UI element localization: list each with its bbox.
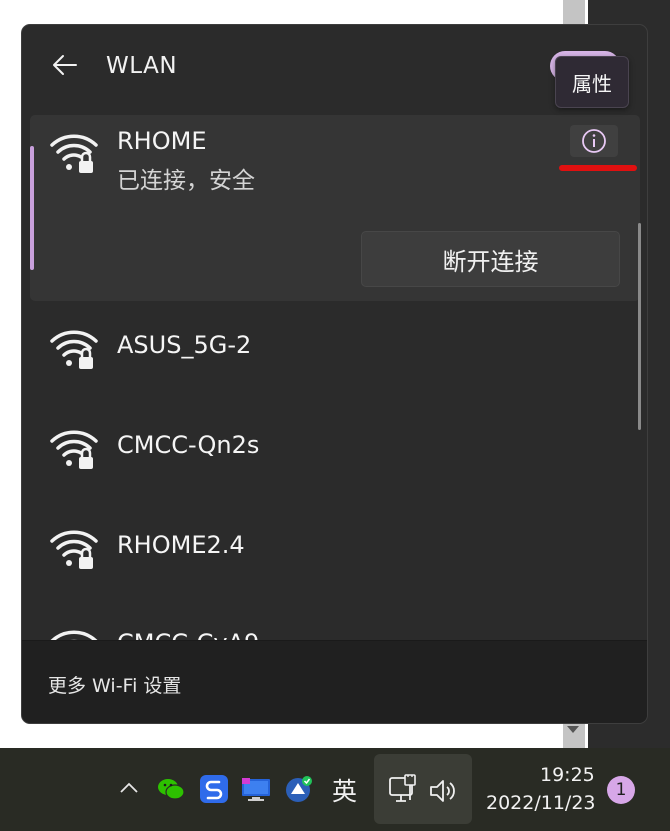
network-name: CMCC-Qn2s <box>117 431 260 459</box>
properties-tooltip: 属性 <box>555 56 629 108</box>
properties-button[interactable] <box>570 125 618 157</box>
network-status: 已连接，安全 <box>117 168 255 194</box>
display-icon[interactable] <box>241 774 271 804</box>
flyout-footer: 更多 Wi-Fi 设置 <box>22 640 647 723</box>
scrollbar-thumb[interactable] <box>638 223 641 430</box>
network-item[interactable]: CMCC-CyA9 <box>30 611 640 640</box>
network-item-connected[interactable]: RHOME 已连接，安全 断开连接 <box>30 115 640 301</box>
notification-badge[interactable]: 1 <box>607 776 635 804</box>
volume-icon <box>430 780 455 802</box>
network-item[interactable]: ASUS_5G-2 <box>30 311 640 409</box>
info-icon <box>582 129 606 153</box>
wifi-secure-icon <box>50 134 98 173</box>
page-title: WLAN <box>106 53 178 79</box>
wechat-icon[interactable] <box>156 774 186 804</box>
wifi-secure-icon <box>50 530 98 569</box>
quick-settings-button[interactable] <box>374 754 472 824</box>
flyout-header: WLAN <box>22 25 647 113</box>
network-name: CMCC-CyA9 <box>117 629 259 640</box>
wifi-secure-icon <box>50 330 98 369</box>
clock-time[interactable]: 19:25 <box>540 764 595 786</box>
network-name: RHOME2.4 <box>117 531 245 559</box>
network-name: ASUS_5G-2 <box>117 331 252 359</box>
network-name: RHOME <box>117 127 207 155</box>
app-s-icon[interactable] <box>199 774 229 804</box>
wlan-flyout: WLAN RHOME 已连接，安全 断开连接 ASUS_5G-2 CMCC-Qn… <box>21 24 648 724</box>
network-item[interactable]: RHOME2.4 <box>30 511 640 609</box>
more-wifi-settings-link[interactable]: 更多 Wi-Fi 设置 <box>48 671 181 698</box>
network-list: RHOME 已连接，安全 断开连接 ASUS_5G-2 CMCC-Qn2s RH… <box>22 113 647 640</box>
scroll-down-arrow-icon[interactable] <box>567 726 579 733</box>
chevron-up-icon[interactable] <box>118 774 140 802</box>
annotation-underline <box>559 165 637 171</box>
wifi-secure-icon <box>50 630 98 640</box>
network-item[interactable]: CMCC-Qn2s <box>30 411 640 509</box>
network-sync-icon[interactable] <box>284 774 314 804</box>
input-method-indicator[interactable]: 英 <box>332 772 357 808</box>
selection-indicator <box>30 146 34 270</box>
wifi-secure-icon <box>50 430 98 469</box>
back-button[interactable] <box>47 47 83 83</box>
disconnect-button[interactable]: 断开连接 <box>361 231 620 287</box>
arrow-left-icon <box>53 55 77 75</box>
taskbar: 英 19:25 2022/11/23 1 <box>0 748 670 831</box>
clock-date[interactable]: 2022/11/23 <box>486 792 596 814</box>
network-icon <box>389 774 416 802</box>
